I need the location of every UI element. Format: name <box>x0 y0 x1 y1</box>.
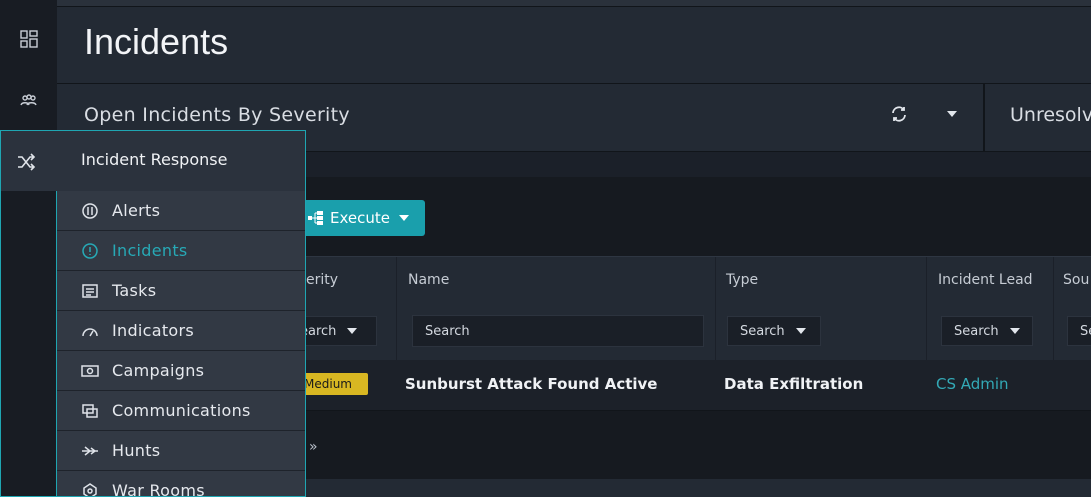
war-room-icon <box>81 482 99 496</box>
execute-button[interactable]: Execute <box>302 200 425 236</box>
incident-name[interactable]: Sunburst Attack Found Active <box>405 375 657 393</box>
users-icon[interactable] <box>0 80 57 120</box>
top-strip <box>57 0 1091 7</box>
refresh-icon[interactable] <box>890 105 908 123</box>
shuffle-icon <box>15 151 37 173</box>
source-filter[interactable]: Se <box>1067 316 1091 346</box>
menu-item-hunts[interactable]: Hunts <box>57 431 305 471</box>
menu-item-campaigns[interactable]: Campaigns <box>57 351 305 391</box>
execute-label: Execute <box>330 209 390 227</box>
filter-placeholder: Search <box>425 323 470 339</box>
page-title: Incidents <box>84 21 229 62</box>
menu-item-indicators[interactable]: Indicators <box>57 311 305 351</box>
menu-item-label: War Rooms <box>112 481 205 497</box>
incident-type: Data Exfiltration <box>724 375 864 393</box>
menu-item-label: Hunts <box>112 441 161 460</box>
column-name[interactable]: Name Search <box>397 257 716 361</box>
widget-divider <box>983 84 985 151</box>
menu-item-alerts[interactable]: Alerts <box>57 191 305 231</box>
campaign-icon <box>81 362 99 380</box>
column-label-incident-lead: Incident Lead <box>938 272 1033 288</box>
column-label-name: Name <box>408 272 450 288</box>
menu-item-label: Indicators <box>112 321 195 340</box>
menu-item-label: Campaigns <box>112 361 205 380</box>
chevron-down-icon[interactable] <box>947 111 957 117</box>
menu-item-tasks[interactable]: Tasks <box>57 271 305 311</box>
widget-title-unresolved: Unresolv <box>1010 104 1091 126</box>
page-header: Incidents <box>57 7 1091 84</box>
name-filter-input[interactable]: Search <box>412 315 704 347</box>
column-source[interactable]: Sou Se <box>1054 257 1091 361</box>
menu-item-label: Incidents <box>112 241 188 260</box>
tasks-icon <box>81 282 99 300</box>
incident-icon <box>81 242 99 260</box>
hunt-icon <box>81 442 99 460</box>
flyout-rail <box>1 191 57 496</box>
column-incident-lead[interactable]: Incident Lead Search <box>927 257 1054 361</box>
incident-lead-filter[interactable]: Search <box>941 316 1033 346</box>
flyout-title: Incident Response <box>81 150 228 169</box>
menu-item-label: Tasks <box>112 281 157 300</box>
menu-item-war-rooms[interactable]: War Rooms <box>57 471 305 497</box>
flyout-header[interactable]: Incident Response <box>1 131 305 192</box>
communications-icon <box>81 402 99 420</box>
incident-response-flyout: Incident Response Alerts Incidents Tasks… <box>0 130 306 497</box>
filter-placeholder: Search <box>954 323 999 339</box>
column-type[interactable]: Type Search <box>716 257 927 361</box>
widget-title-severity: Open Incidents By Severity <box>84 104 350 126</box>
menu-item-incidents[interactable]: Incidents <box>57 231 305 271</box>
dashboard-icon[interactable] <box>0 19 57 59</box>
menu-item-label: Communications <box>112 401 251 420</box>
menu-item-communications[interactable]: Communications <box>57 391 305 431</box>
column-label-type: Type <box>726 272 759 288</box>
filter-placeholder: Search <box>740 323 785 339</box>
menu-item-label: Alerts <box>112 201 161 220</box>
chevron-down-icon <box>795 328 806 334</box>
type-filter[interactable]: Search <box>727 316 821 346</box>
playbook-icon <box>308 211 323 225</box>
incident-lead-link[interactable]: CS Admin <box>936 375 1009 393</box>
alert-octagon-icon <box>81 202 99 220</box>
chevron-down-icon <box>347 328 358 334</box>
chevron-down-icon <box>1009 328 1020 334</box>
column-label-source: Sou <box>1063 272 1090 288</box>
chevron-down-icon <box>399 215 409 221</box>
pager-next-button[interactable]: » <box>309 439 318 455</box>
column-label-severity: erity <box>306 272 339 288</box>
gauge-icon <box>81 322 99 340</box>
filter-placeholder: Se <box>1080 323 1091 339</box>
